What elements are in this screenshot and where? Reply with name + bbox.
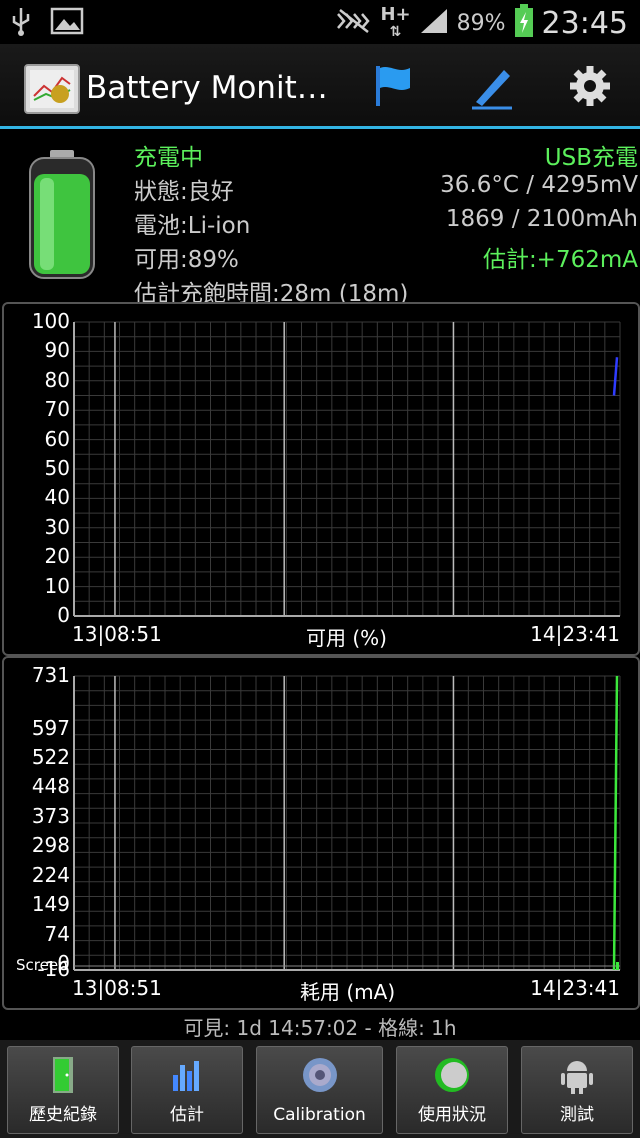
test-button-label: 測試 bbox=[560, 1105, 594, 1125]
battery-charging-icon bbox=[514, 4, 534, 42]
y-tick-label: 100 bbox=[31, 309, 70, 333]
available-chart bbox=[73, 321, 621, 617]
edit-icon bbox=[472, 70, 512, 110]
y-tick-label: 90 bbox=[44, 338, 70, 363]
clock: 23:45 bbox=[541, 5, 628, 41]
chart-top-x-start: 13|08:51 bbox=[72, 622, 162, 646]
test-button[interactable]: 測試 bbox=[521, 1046, 633, 1134]
y-tick-label: 522 bbox=[31, 745, 70, 770]
y-tick-label: 298 bbox=[31, 833, 70, 858]
y-tick-label: 0 bbox=[57, 603, 70, 627]
flag-icon bbox=[376, 66, 410, 106]
pie-icon bbox=[435, 1058, 469, 1092]
battery-percent: 89% bbox=[456, 10, 506, 36]
battery-capacity: 1869 / 2100mAh bbox=[445, 206, 638, 232]
history-button-label: 歷史紀錄 bbox=[29, 1105, 97, 1125]
charging-status: 充電中 bbox=[134, 145, 203, 171]
y-tick-label: 30 bbox=[44, 514, 70, 539]
history-button[interactable]: 歷史紀錄 bbox=[7, 1046, 119, 1134]
door-icon bbox=[53, 1057, 73, 1093]
y-tick-label: 373 bbox=[31, 803, 70, 828]
calibration-button[interactable]: Calibration bbox=[256, 1046, 383, 1134]
calibration-button-label: Calibration bbox=[273, 1105, 366, 1125]
usage-button-label: 使用狀況 bbox=[418, 1105, 486, 1125]
chart-bottom-x-start: 13|08:51 bbox=[72, 976, 162, 1000]
status-bar: H+ ⇅ 89% 23:45 bbox=[0, 0, 640, 44]
y-tick-label: 20 bbox=[44, 544, 70, 569]
usage-chart bbox=[73, 675, 621, 971]
screen-label: Screen bbox=[16, 956, 68, 974]
y-tick-label: 597 bbox=[31, 715, 70, 740]
available-chart-panel: 100 90 80 70 60 50 40 30 20 10 0 13|08:51 可用 (%) 1… bbox=[2, 302, 640, 656]
silent-icon bbox=[336, 8, 372, 38]
settings-button[interactable] bbox=[566, 62, 614, 110]
usb-icon bbox=[10, 6, 32, 40]
network-type-label: H+ bbox=[380, 3, 411, 25]
y-tick-label: 60 bbox=[44, 426, 70, 451]
action-bar: Battery Monit… bbox=[0, 44, 640, 129]
y-tick-label: 149 bbox=[31, 892, 70, 917]
y-tick-label: 50 bbox=[44, 456, 70, 480]
usage-chart-panel: 731 597 522 448 373 298 224 149 74 0 -16 Screen 13… bbox=[2, 656, 640, 1010]
chart-bars-icon bbox=[173, 1061, 199, 1091]
charge-source: USB充電 bbox=[544, 145, 638, 171]
y-tick-label: 40 bbox=[44, 485, 70, 510]
health-status: 狀態:良好 bbox=[134, 179, 234, 205]
chart-top-x-end: 14|23:41 bbox=[530, 622, 620, 646]
dial-icon bbox=[302, 1058, 337, 1092]
battery-level-icon bbox=[26, 150, 98, 280]
y-tick-label: 731 bbox=[31, 663, 70, 687]
current-estimate: 估計:+762mA bbox=[482, 247, 638, 273]
android-icon bbox=[561, 1061, 593, 1094]
chart-bottom-x-label: 耗用 (mA) bbox=[300, 980, 396, 1004]
network-h-plus-icon: H+ ⇅ bbox=[380, 3, 411, 40]
y-tick-label: 70 bbox=[44, 397, 70, 422]
image-icon bbox=[50, 7, 84, 39]
flag-button[interactable] bbox=[370, 62, 418, 110]
estimate-button-label: 估計 bbox=[170, 1105, 204, 1125]
app-logo-icon[interactable] bbox=[24, 64, 80, 114]
chart-bottom-x-end: 14|23:41 bbox=[530, 976, 620, 1000]
y-tick-label: 448 bbox=[31, 774, 70, 799]
settings-icon bbox=[570, 66, 610, 106]
bottom-toolbar: 歷史紀錄 估計 Calibration 使用狀況 測試 bbox=[0, 1040, 640, 1138]
screen-on-mark bbox=[616, 962, 619, 970]
estimate-button[interactable]: 估計 bbox=[131, 1046, 243, 1134]
y-tick-label: 74 bbox=[44, 921, 70, 946]
chart-top-x-label: 可用 (%) bbox=[306, 626, 387, 650]
usage-button[interactable]: 使用狀況 bbox=[396, 1046, 508, 1134]
y-tick-label: 10 bbox=[44, 573, 70, 598]
available-percent: 可用:89% bbox=[134, 247, 239, 273]
app-title: Battery Monit… bbox=[86, 70, 328, 106]
battery-type: 電池:Li-ion bbox=[134, 213, 251, 239]
y-tick-label: 80 bbox=[44, 367, 70, 392]
battery-info: 充電中 USB充電 狀態:良好 36.6°C / 4295mV 電池:Li-io… bbox=[0, 130, 640, 307]
visible-range: 可見: 1d 14:57:02 - 格線: 1h bbox=[183, 1016, 457, 1040]
edit-button[interactable] bbox=[468, 62, 516, 110]
signal-icon bbox=[419, 7, 449, 39]
series-line bbox=[612, 357, 619, 396]
temp-voltage: 36.6°C / 4295mV bbox=[440, 172, 638, 198]
y-tick-label: 224 bbox=[31, 862, 70, 887]
